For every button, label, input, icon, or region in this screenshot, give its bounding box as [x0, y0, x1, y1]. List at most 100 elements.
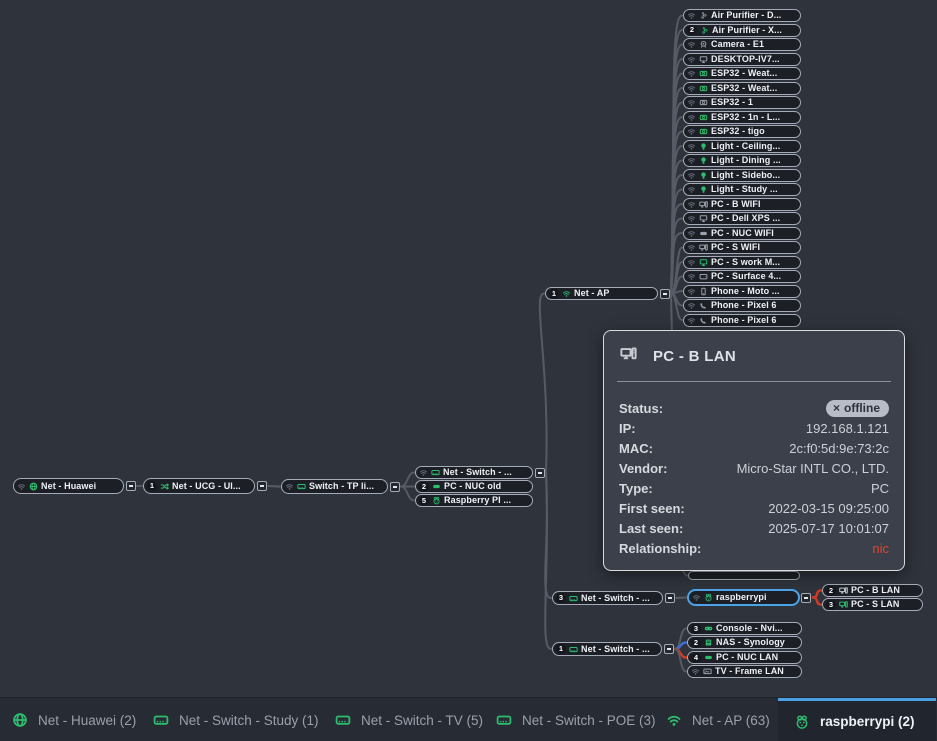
detail-row-last-seen: Last seen:2025-07-17 10:01:07 [619, 518, 889, 538]
node-label: Air Purifier - X... [712, 26, 782, 35]
node-label: PC - S WIFI [711, 243, 760, 252]
node-label: PC - NUC LAN [716, 653, 778, 662]
collapse-button[interactable] [665, 593, 675, 603]
node-ap-esp32-1[interactable]: ESP32 - 1 [683, 96, 801, 109]
node-ap-esp32-tigo[interactable]: ESP32 - tigo [683, 125, 801, 138]
wifi-icon [687, 156, 696, 165]
tab-net-switch-poe[interactable]: Net - Switch - POE (3) [496, 698, 656, 741]
node-ucg[interactable]: 1Net - UCG - Ul... [143, 478, 255, 494]
bulb-icon [699, 142, 708, 151]
wifi-icon [687, 55, 696, 64]
wifi-icon [692, 593, 701, 602]
node-console[interactable]: 3Console - Nvi... [687, 622, 802, 635]
monitor-icon [699, 258, 708, 267]
tab-net-ap[interactable]: Net - AP (63) [666, 698, 770, 741]
node-label: Light - Study ... [711, 185, 778, 194]
node-ap-esp32-weat-1[interactable]: ESP32 - Weat... [683, 67, 801, 80]
node-label: ESP32 - Weat... [711, 69, 777, 78]
node-label: Phone - Pixel 6 [711, 301, 777, 310]
node-nas[interactable]: 2NAS - Synology [687, 636, 802, 649]
node-ap-pc-nuc-wifi[interactable]: PC - NUC WIFI [683, 227, 801, 240]
edge [540, 294, 547, 473]
pc-icon [620, 345, 637, 367]
node-pc-b-lan[interactable]: 2PC - B LAN [822, 584, 923, 597]
node-occluded[interactable] [688, 571, 800, 580]
detail-value: 192.168.1.121 [806, 421, 889, 436]
tab-net-switch-tv[interactable]: Net - Switch - TV (5) [335, 698, 483, 741]
network-map-canvas[interactable]: Air Purifier - D... 2 Air Purifier - X... C… [0, 0, 937, 697]
node-sw-child[interactable]: Net - Switch - ... [415, 466, 533, 479]
collapse-button[interactable] [535, 468, 545, 478]
node-pc-nuc-lan[interactable]: 4PC - NUC LAN [687, 651, 802, 664]
node-sw3[interactable]: 3Net - Switch - ... [552, 591, 663, 605]
node-ap-light-sideboard[interactable]: Light - Sidebo... [683, 169, 801, 182]
node-pc-s-lan[interactable]: 3PC - S LAN [822, 598, 923, 611]
detail-row-vendor: Vendor: Micro-Star INTL CO., LTD. [619, 458, 889, 478]
node-ap-phone-moto[interactable]: Phone - Moto ... [683, 285, 801, 298]
gamepad-icon [704, 624, 713, 633]
node-ap-pc-s-work[interactable]: PC - S work M... [683, 256, 801, 269]
edge [671, 132, 682, 294]
chip-icon [699, 113, 708, 122]
node-ap-camera-e1[interactable]: Camera - E1 [683, 38, 801, 51]
collapse-button[interactable] [801, 593, 811, 603]
node-label: Light - Dining ... [711, 156, 781, 165]
node-label: Net - Switch - ... [581, 645, 650, 654]
node-label: Air Purifier - D... [711, 11, 781, 20]
node-label: PC - B WIFI [711, 200, 761, 209]
edge [671, 74, 682, 294]
node-huawei[interactable]: Net - Huawei [13, 478, 124, 494]
tab-raspberrypi[interactable]: raspberrypi (2) [778, 698, 936, 741]
node-ap-desktop[interactable]: DESKTOP-IV7... [683, 53, 801, 66]
collapse-button[interactable] [257, 481, 267, 491]
node-ap-phone-pixel-2[interactable]: Phone - Pixel 6 [683, 314, 801, 327]
collapse-button[interactable] [390, 482, 400, 492]
tab-label: raspberrypi (2) [820, 714, 915, 729]
detail-value: Micro-Star INTL CO., LTD. [737, 461, 889, 476]
node-ap-pc-b-wifi[interactable]: PC - B WIFI [683, 198, 801, 211]
node-ap-phone-pixel-1[interactable]: Phone - Pixel 6 [683, 299, 801, 312]
node-switch-tp[interactable]: Switch - TP li... [281, 479, 388, 494]
tab-net-huawei[interactable]: Net - Huawei (2) [12, 698, 136, 741]
node-ap-esp32-weat-2[interactable]: ESP32 - Weat... [683, 82, 801, 95]
switch-icon [569, 594, 578, 603]
child-count-badge: 2 [687, 25, 697, 35]
collapse-button[interactable] [660, 289, 670, 299]
tab-net-switch-study[interactable]: Net - Switch - Study (1) [153, 698, 319, 741]
node-tv-frame[interactable]: TV - Frame LAN [687, 665, 802, 678]
node-pc-nuc-old[interactable]: 2PC - NUC old [415, 480, 533, 493]
child-count-badge: 3 [691, 624, 701, 634]
node-ap-pc-dell-xps[interactable]: PC - Dell XPS ... [683, 212, 801, 225]
node-ap-light-dining[interactable]: Light - Dining ... [683, 154, 801, 167]
collapse-button[interactable] [664, 644, 674, 654]
child-count-badge: 3 [556, 593, 566, 603]
detail-label: Vendor: [619, 461, 667, 476]
node-ap-air-purifier-x[interactable]: 2 Air Purifier - X... [683, 24, 801, 37]
node-label: Raspberry PI ... [444, 496, 511, 505]
edge [671, 190, 682, 294]
nuc-icon [432, 482, 441, 491]
node-sw1b[interactable]: 1Net - Switch - ... [552, 642, 662, 656]
edge [675, 649, 686, 658]
group-tabs-bar: Net - Huawei (2) Net - Switch - Study (1)… [0, 697, 937, 741]
node-label: ESP32 - Weat... [711, 84, 777, 93]
node-raspberrypi[interactable]: raspberrypi [687, 589, 800, 606]
node-ap-esp32-1n[interactable]: ESP32 - 1n - L... [683, 111, 801, 124]
child-count-badge: 1 [549, 289, 559, 299]
detail-value: nic [872, 541, 889, 556]
collapse-button[interactable] [126, 481, 136, 491]
edge [671, 262, 682, 294]
globe-icon [29, 482, 38, 491]
tab-label: Net - Switch - TV (5) [361, 713, 483, 728]
node-ap-light-ceiling[interactable]: Light - Ceiling... [683, 140, 801, 153]
node-raspi-group[interactable]: 5Raspberry PI ... [415, 494, 533, 507]
node-ap-air-purifier-d[interactable]: Air Purifier - D... [683, 9, 801, 22]
node-ap-light-study[interactable]: Light - Study ... [683, 183, 801, 196]
node-ap-pc-surface[interactable]: PC - Surface 4... [683, 270, 801, 283]
bulb-icon [699, 185, 708, 194]
node-label: Light - Ceiling... [711, 142, 780, 151]
node-ap-pc-s-wifi[interactable]: PC - S WIFI [683, 241, 801, 254]
detail-label: IP: [619, 421, 636, 436]
node-net-ap[interactable]: 1Net - AP [545, 287, 658, 300]
device-details-popup: PC - B LAN Status:×offlineIP:192.168.1.1… [603, 330, 905, 571]
